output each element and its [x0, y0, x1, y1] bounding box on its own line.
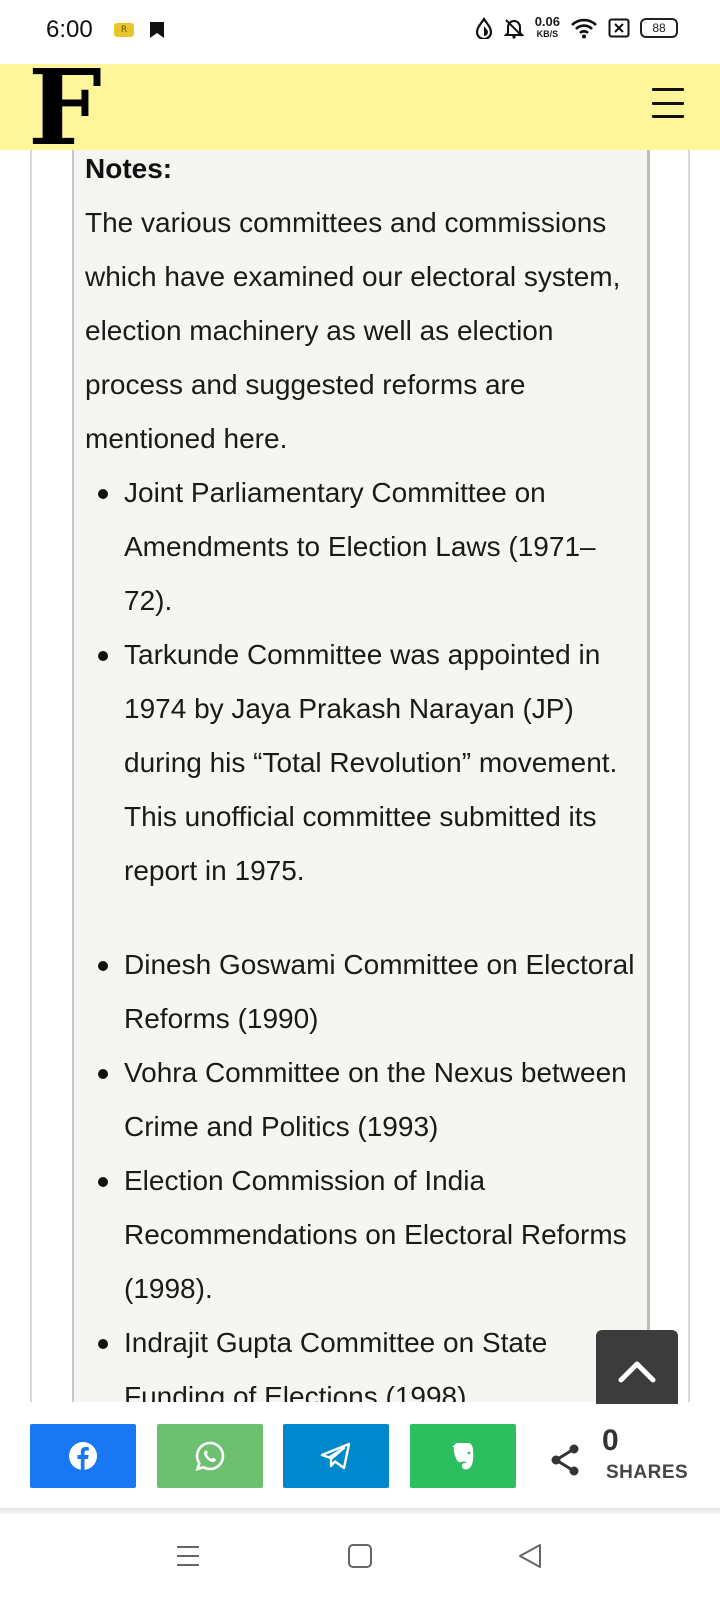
bullet-icon — [98, 961, 108, 971]
net-speed-unit: KB/S — [536, 29, 559, 39]
bullet-icon — [98, 1339, 108, 1349]
list-item-text: Tarkunde Committee was appointed in 1974… — [124, 639, 618, 886]
list-item: Joint Parliamentary Committee on Amendme… — [85, 466, 647, 628]
site-logo[interactable]: F — [28, 56, 102, 160]
list-item-text: Vohra Committee on the Nexus between Cri… — [124, 1057, 627, 1142]
bullet-icon — [98, 1069, 108, 1079]
whatsapp-share-button[interactable] — [157, 1424, 263, 1488]
status-bar: 6:00 R 0.06 KB/S 88 — [0, 0, 720, 64]
notes-list: Joint Parliamentary Committee on Amendme… — [85, 466, 647, 1402]
facebook-icon — [69, 1442, 97, 1470]
share-bar: 0 SHARES — [0, 1404, 720, 1508]
telegram-share-button[interactable] — [283, 1424, 389, 1488]
close-box-icon — [608, 18, 630, 38]
system-nav-bar — [0, 1514, 720, 1600]
hamburger-icon[interactable] — [652, 88, 684, 118]
notes-intro: The various committees and commissions w… — [85, 207, 621, 454]
list-item-text: Dinesh Goswami Committee on Electoral Re… — [124, 949, 635, 1034]
back-to-top-button[interactable] — [596, 1330, 678, 1410]
list-item: Vohra Committee on the Nexus between Cri… — [85, 1046, 647, 1154]
home-nav-icon[interactable] — [346, 1542, 374, 1570]
sim-icon: R — [114, 23, 134, 37]
chevron-up-icon — [618, 1361, 656, 1383]
wifi-icon — [571, 18, 597, 39]
share-counter[interactable]: 0 SHARES — [550, 1424, 690, 1490]
menu-nav-icon[interactable] — [174, 1542, 202, 1570]
whatsapp-icon — [195, 1441, 225, 1471]
data-saver-icon — [475, 17, 492, 39]
menu-line — [652, 115, 684, 118]
status-left-icons: R — [114, 20, 166, 40]
menu-line — [652, 88, 684, 91]
bullet-icon — [98, 651, 108, 661]
list-item-text: Election Commission of India Recommendat… — [124, 1165, 627, 1304]
status-time: 6:00 — [46, 16, 93, 43]
list-item-text: Joint Parliamentary Committee on Amendme… — [124, 477, 596, 616]
mute-icon — [503, 19, 525, 39]
notes-title: Notes: — [85, 153, 173, 184]
net-speed-value: 0.06 — [534, 14, 560, 29]
list-item: Tarkunde Committee was appointed in 1974… — [85, 628, 647, 898]
battery-icon: 88 — [640, 18, 678, 38]
back-nav-icon[interactable] — [516, 1542, 544, 1570]
telegram-icon — [320, 1442, 351, 1470]
menu-line — [652, 101, 684, 105]
list-item: Indrajit Gupta Committee on State Fundin… — [85, 1316, 647, 1402]
bullet-icon — [98, 1177, 108, 1187]
status-right-icons: 0.06 KB/S 88 — [475, 14, 678, 40]
list-item-text: Indrajit Gupta Committee on State Fundin… — [124, 1327, 548, 1402]
notes-box: Notes: The various committees and commis… — [72, 150, 650, 1402]
bullet-icon — [98, 489, 108, 499]
list-item: Dinesh Goswami Committee on Electoral Re… — [85, 938, 647, 1046]
evernote-share-button[interactable] — [410, 1424, 516, 1488]
share-icon — [551, 1444, 579, 1476]
share-count: 0 — [602, 1424, 619, 1457]
evernote-icon — [452, 1443, 474, 1470]
notification-icon — [150, 22, 164, 38]
list-item: Election Commission of India Recommendat… — [85, 1154, 647, 1316]
net-speed: 0.06 KB/S — [534, 14, 560, 40]
facebook-share-button[interactable] — [30, 1424, 136, 1488]
notes-content: Notes: The various committees and commis… — [74, 152, 647, 1402]
share-label: SHARES — [606, 1462, 689, 1483]
site-header: F — [0, 56, 720, 160]
